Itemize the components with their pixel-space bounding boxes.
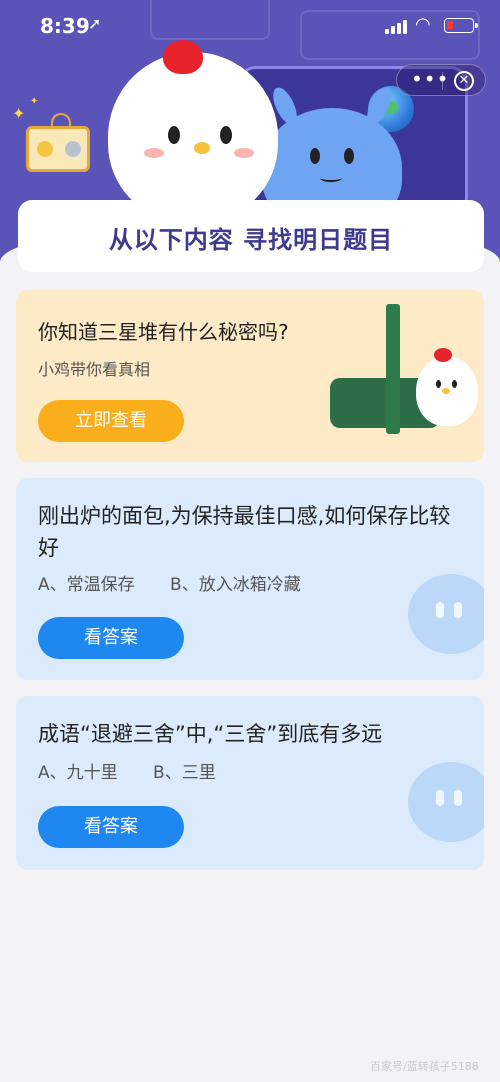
miniprogram-capsule: ••• ✕ [396,64,486,96]
capsule-divider [442,72,443,90]
bronze-sword-icon [386,304,400,434]
watermark: 百家号/蓝转孩子5188 [370,1060,479,1073]
chicken-mascot-illustration [416,348,478,426]
title-banner: 从以下内容 寻找明日题目 [18,200,484,272]
sanxingdui-illustration [310,298,480,456]
location-arrow-icon: ➚ [88,14,102,33]
view-answer-button[interactable]: 看答案 [38,617,184,659]
wifi-icon: ◠ [415,14,431,35]
cellular-signal-icon [385,18,409,34]
option-b: B、放入冰箱冷藏 [170,575,301,595]
promo-title: 你知道三星堆有什么秘密吗? [38,320,289,344]
page-title: 从以下内容 寻找明日题目 [108,226,394,254]
question-card: 成语“退避三舍”中,“三舍”到底有多远 A、九十里 B、三里 看答案 [16,696,484,870]
sparkle-icon: ✦ [30,96,39,107]
question-options: A、九十里 B、三里 [38,758,246,783]
status-bar: 8:39 ➚ ◠ [0,0,500,52]
promo-subtitle: 小鸡带你看真相 [38,360,151,379]
view-now-button[interactable]: 立即查看 [38,400,184,442]
option-a: A、九十里 [38,763,118,783]
status-time: 8:39 [40,14,90,38]
option-a: A、常温保存 [38,575,135,595]
chicken-mascot-illustration [108,40,278,222]
question-title: 成语“退避三舍”中,“三舍”到底有多远 [38,722,383,746]
promo-card[interactable]: 你知道三星堆有什么秘密吗? 小鸡带你看真相 立即查看 [16,290,484,462]
view-answer-button[interactable]: 看答案 [38,806,184,848]
speech-bubble-icon [408,574,484,654]
question-options: A、常温保存 B、放入冰箱冷藏 [38,570,331,595]
sparkle-icon: ✦ [12,104,26,123]
question-title: 刚出炉的面包,为保持最佳口感,如何保存比较好 [38,504,451,560]
trophy-badge-icon [26,113,90,172]
speech-bubble-icon [408,762,484,842]
question-card: 刚出炉的面包,为保持最佳口感,如何保存比较好 A、常温保存 B、放入冰箱冷藏 看… [16,478,484,680]
more-options-button[interactable]: ••• [411,67,449,91]
option-b: B、三里 [153,763,216,783]
close-icon[interactable]: ✕ [454,71,474,91]
battery-low-icon [444,18,478,33]
